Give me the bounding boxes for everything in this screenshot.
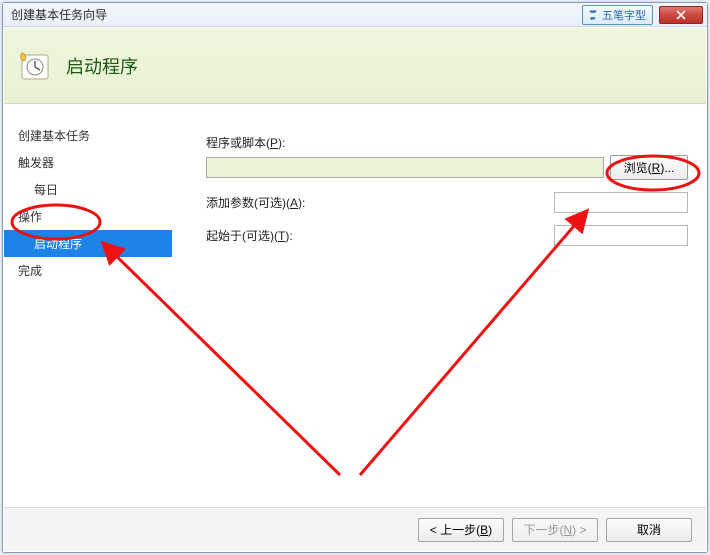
wizard-header: 启动程序 bbox=[4, 28, 706, 104]
sidebar-item-trigger[interactable]: 触发器 bbox=[4, 149, 172, 176]
back-button[interactable]: < 上一步(B) bbox=[418, 518, 504, 542]
clock-task-icon bbox=[18, 49, 52, 83]
close-icon bbox=[676, 10, 686, 20]
program-script-input[interactable] bbox=[206, 157, 604, 178]
ime-badge-text: 五笔字型 bbox=[602, 7, 646, 23]
startin-input[interactable] bbox=[554, 225, 688, 246]
sidebar-item-finish[interactable]: 完成 bbox=[4, 257, 172, 284]
arguments-label: 添加参数(可选)(A): bbox=[206, 194, 324, 211]
title-bar: 创建基本任务向导 五笔字型 bbox=[3, 3, 707, 27]
ime-badge[interactable]: 五笔字型 bbox=[582, 5, 653, 25]
close-button[interactable] bbox=[659, 6, 703, 24]
program-script-label: 程序或脚本(P): bbox=[206, 134, 285, 151]
sidebar-item-create-basic-task[interactable]: 创建基本任务 bbox=[4, 122, 172, 149]
startin-label: 起始于(可选)(T): bbox=[206, 227, 324, 244]
sidebar-item-action[interactable]: 操作 bbox=[4, 203, 172, 230]
wizard-footer: < 上一步(B) 下一步(N) > 取消 bbox=[4, 507, 706, 551]
sidebar-item-start-program[interactable]: 启动程序 bbox=[4, 230, 172, 257]
arguments-input[interactable] bbox=[554, 192, 688, 213]
wizard-sidebar: 创建基本任务 触发器 每日 操作 启动程序 完成 bbox=[4, 104, 172, 507]
wizard-body: 创建基本任务 触发器 每日 操作 启动程序 完成 程序或脚本(P): 浏览(R)… bbox=[4, 104, 706, 507]
cancel-button[interactable]: 取消 bbox=[606, 518, 692, 542]
client-area: 启动程序 创建基本任务 触发器 每日 操作 启动程序 完成 程序或脚本(P): … bbox=[3, 27, 707, 552]
browse-button[interactable]: 浏览(R)... bbox=[610, 155, 688, 180]
ime-icon bbox=[587, 9, 599, 21]
window-title: 创建基本任务向导 bbox=[11, 6, 107, 23]
wizard-content: 程序或脚本(P): 浏览(R)... 添加参数(可选)(A): 起始于(可选)(… bbox=[172, 104, 706, 507]
page-title: 启动程序 bbox=[66, 53, 138, 79]
wizard-window: 创建基本任务向导 五笔字型 启动程序 创建基本任务 触 bbox=[2, 2, 708, 553]
next-button[interactable]: 下一步(N) > bbox=[512, 518, 598, 542]
sidebar-item-daily[interactable]: 每日 bbox=[4, 176, 172, 203]
